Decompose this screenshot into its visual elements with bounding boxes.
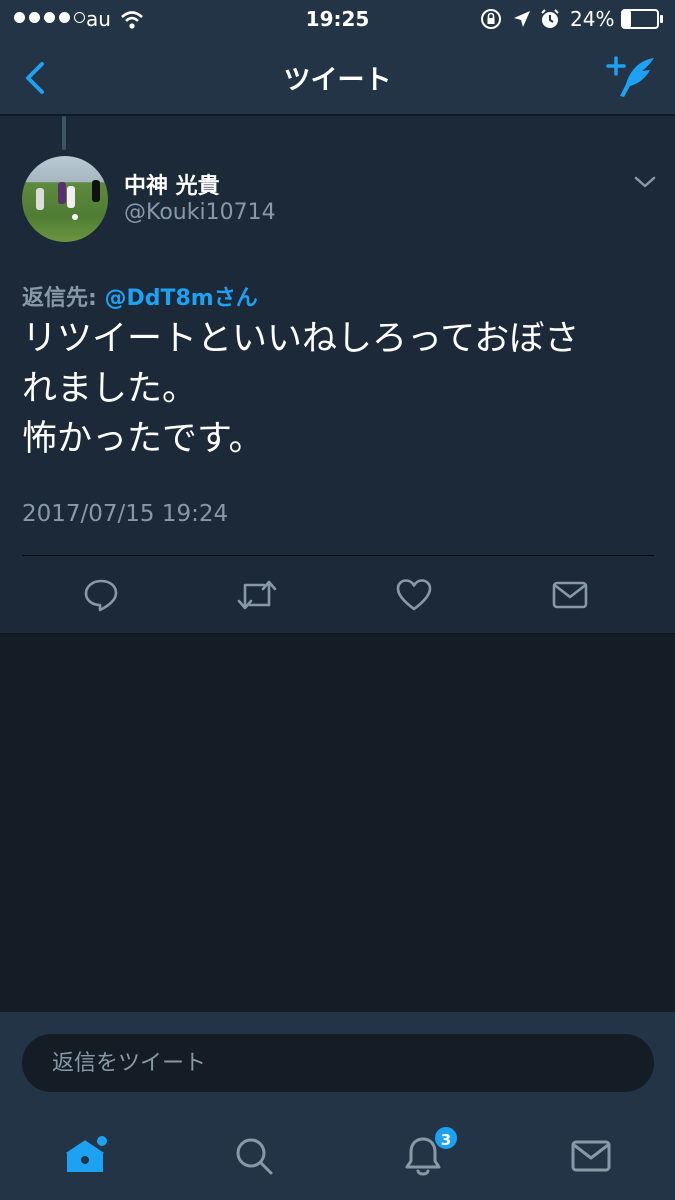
direct-message-button[interactable] — [545, 570, 595, 620]
battery-icon — [621, 9, 659, 29]
compose-tweet-icon[interactable] — [606, 54, 658, 100]
navigation-bar: ツイート — [0, 40, 675, 115]
tab-messages[interactable] — [561, 1126, 621, 1186]
status-bar: au 19:25 24% — [0, 0, 675, 40]
tab-search[interactable] — [224, 1126, 284, 1186]
rotation-lock-icon — [481, 9, 501, 29]
thread-connector — [62, 116, 66, 150]
divider — [22, 555, 654, 556]
author-name[interactable]: 中神 光貴 — [124, 168, 220, 200]
reply-context: 返信先: @DdT8mさん — [22, 280, 258, 312]
notification-badge: 3 — [433, 1125, 459, 1151]
home-icon — [66, 1136, 107, 1172]
tweet-detail: 中神 光貴 @Kouki10714 返信先: @DdT8mさん リツイートといい… — [0, 116, 675, 634]
reply-mention-link[interactable]: @DdT8mさん — [104, 286, 257, 311]
author-handle[interactable]: @Kouki10714 — [124, 200, 276, 225]
like-button[interactable] — [389, 570, 439, 620]
reply-input[interactable] — [22, 1034, 654, 1092]
search-icon — [236, 1138, 273, 1175]
alarm-icon — [541, 9, 559, 28]
heart-icon — [396, 579, 432, 611]
location-icon — [514, 11, 530, 27]
battery-percentage: 24% — [570, 7, 615, 31]
mail-icon — [571, 1140, 611, 1172]
tweet-body: リツイートといいねしろっておぼさ れました。 怖かったです。 — [22, 319, 580, 459]
chevron-down-icon[interactable] — [632, 172, 658, 192]
tab-home[interactable] — [55, 1126, 115, 1186]
page-title: ツイート — [283, 65, 392, 96]
avatar[interactable] — [22, 156, 108, 242]
tab-bar: 3 — [0, 1110, 675, 1200]
retweet-button[interactable] — [232, 570, 282, 620]
reply-label: 返信先: — [22, 286, 97, 311]
mail-icon — [552, 581, 588, 609]
reply-icon — [84, 579, 118, 612]
retweet-icon — [237, 580, 277, 610]
reply-button[interactable] — [76, 570, 126, 620]
tweet-timestamp: 2017/07/15 19:24 — [22, 501, 229, 527]
reply-composer-bar — [0, 1012, 675, 1110]
